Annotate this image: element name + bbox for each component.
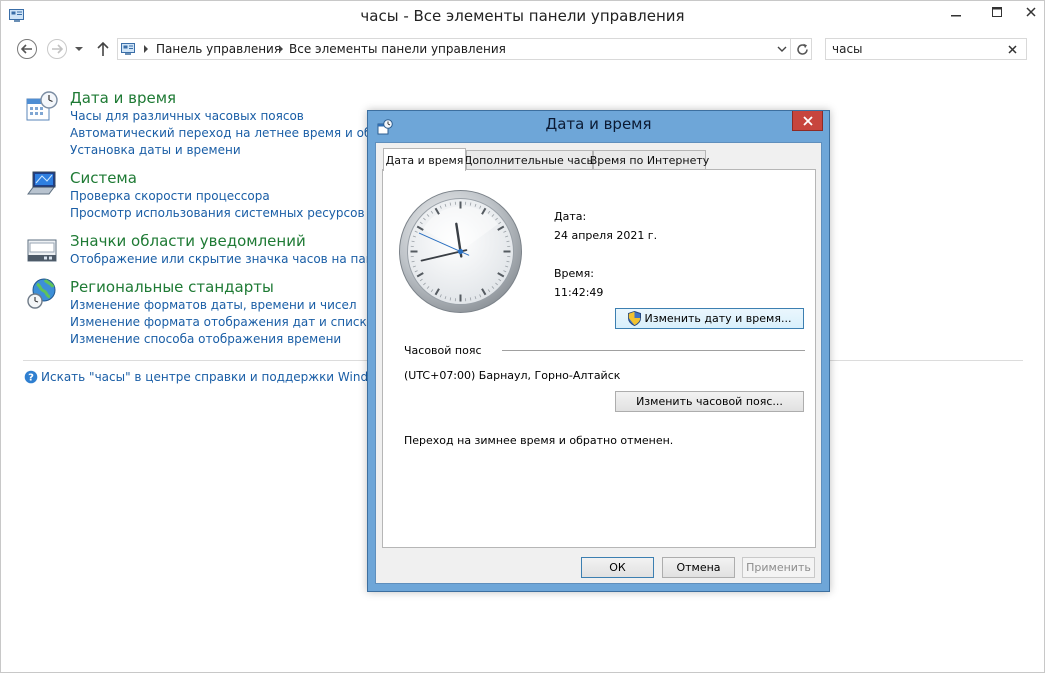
title-bar: часы - Все элементы панели управления <box>1 1 1044 31</box>
link-show-hide-clock[interactable]: Отображение или скрытие значка часов на … <box>70 252 367 266</box>
apply-button[interactable]: Применить <box>742 557 815 578</box>
arrow-right-icon <box>52 44 63 54</box>
notification-icons-icon[interactable] <box>25 234 59 268</box>
dialog-body: Дата и время Дополнительные часы Время п… <box>375 142 822 584</box>
close-icon <box>802 115 813 126</box>
date-label: Дата: <box>554 210 587 223</box>
forward-button[interactable] <box>47 39 67 59</box>
time-label: Время: <box>554 267 594 280</box>
ok-button[interactable]: ОК <box>581 557 654 578</box>
link-time-display[interactable]: Изменение способа отображения времени <box>70 332 341 346</box>
arrow-left-icon <box>21 44 32 54</box>
change-datetime-label: Изменить дату и время... <box>644 312 792 325</box>
timezone-label: Часовой пояс <box>404 344 482 357</box>
help-search-link[interactable]: Искать "часы" в центре справки и поддерж… <box>41 370 392 384</box>
breadcrumb-separator-icon[interactable] <box>276 42 286 56</box>
breadcrumb-control-panel[interactable]: Панель управления <box>156 42 281 56</box>
minimize-button[interactable] <box>940 1 971 23</box>
back-button[interactable] <box>17 39 37 59</box>
dst-note: Переход на зимнее время и обратно отмене… <box>404 434 674 447</box>
address-divider <box>790 39 791 59</box>
window-title: часы - Все элементы панели управления <box>360 7 685 25</box>
maximize-button[interactable] <box>981 1 1012 23</box>
address-bar[interactable]: Панель управления Все элементы панели уп… <box>117 38 812 60</box>
link-date-time-number-formats[interactable]: Изменение форматов даты, времени и чисел <box>70 298 357 312</box>
category-title-notification-icons[interactable]: Значки области уведомлений <box>70 232 306 250</box>
link-cpu-speed[interactable]: Проверка скорости процессора <box>70 189 270 203</box>
tab-additional-clocks[interactable]: Дополнительные часы <box>464 150 595 170</box>
recent-locations-button[interactable] <box>73 43 85 55</box>
tab-panel-datetime: Дата: 24 апреля 2021 г. Время: 11:42:49 … <box>382 169 816 548</box>
analog-clock <box>399 190 522 313</box>
region-globe-icon[interactable] <box>25 277 59 311</box>
arrow-up-icon <box>97 41 109 56</box>
date-value: 24 апреля 2021 г. <box>554 229 658 242</box>
dialog-close-button[interactable] <box>792 111 823 131</box>
control-panel-window: часы - Все элементы панели управления Па… <box>0 0 1045 673</box>
tab-internet-time[interactable]: Время по Интернету <box>590 150 709 170</box>
cancel-button[interactable]: Отмена <box>662 557 735 578</box>
link-date-list-format[interactable]: Изменение формата отображения дат и спис… <box>70 315 381 329</box>
category-title-regional[interactable]: Региональные стандарты <box>70 278 274 296</box>
category-title-system[interactable]: Система <box>70 169 137 187</box>
close-icon <box>1007 44 1017 54</box>
link-clocks-timezones[interactable]: Часы для различных часовых поясов <box>70 109 304 123</box>
control-panel-icon <box>121 42 137 56</box>
datetime-dialog: Дата и время Дата и время Дополнительные… <box>367 110 830 592</box>
address-dropdown-button[interactable] <box>775 39 789 59</box>
help-icon: ? <box>24 370 38 384</box>
category-title-datetime[interactable]: Дата и время <box>70 89 176 107</box>
navigation-toolbar: Панель управления Все элементы панели уп… <box>1 31 1044 67</box>
datetime-icon[interactable] <box>25 90 59 124</box>
refresh-icon <box>796 43 808 55</box>
change-datetime-button[interactable]: Изменить дату и время... <box>615 308 804 329</box>
change-timezone-button[interactable]: Изменить часовой пояс... <box>615 391 804 412</box>
link-set-datetime[interactable]: Установка даты и времени <box>70 143 241 157</box>
timezone-separator <box>502 350 805 351</box>
timezone-value: (UTC+07:00) Барнаул, Горно-Алтайск <box>404 369 621 382</box>
dialog-title: Дата и время <box>545 115 652 133</box>
clear-search-button[interactable] <box>1005 42 1019 56</box>
search-input[interactable]: часы <box>825 38 1027 60</box>
link-auto-dst[interactable]: Автоматический переход на летнее время и… <box>70 126 408 140</box>
chevron-down-icon <box>777 46 787 52</box>
close-button[interactable] <box>1015 1 1045 23</box>
breadcrumb-separator-icon[interactable] <box>141 42 151 56</box>
refresh-button[interactable] <box>792 39 812 59</box>
up-button[interactable] <box>96 41 110 57</box>
breadcrumb-all-items[interactable]: Все элементы панели управления <box>289 42 506 56</box>
search-query[interactable]: часы <box>832 42 863 56</box>
chevron-down-icon <box>75 47 83 51</box>
uac-shield-icon <box>627 311 641 326</box>
tab-datetime[interactable]: Дата и время <box>383 148 466 171</box>
system-icon[interactable] <box>25 169 59 203</box>
svg-text:?: ? <box>28 373 34 384</box>
link-task-manager[interactable]: Просмотр использования системных ресурсо… <box>70 206 367 220</box>
time-value: 11:42:49 <box>554 286 604 299</box>
